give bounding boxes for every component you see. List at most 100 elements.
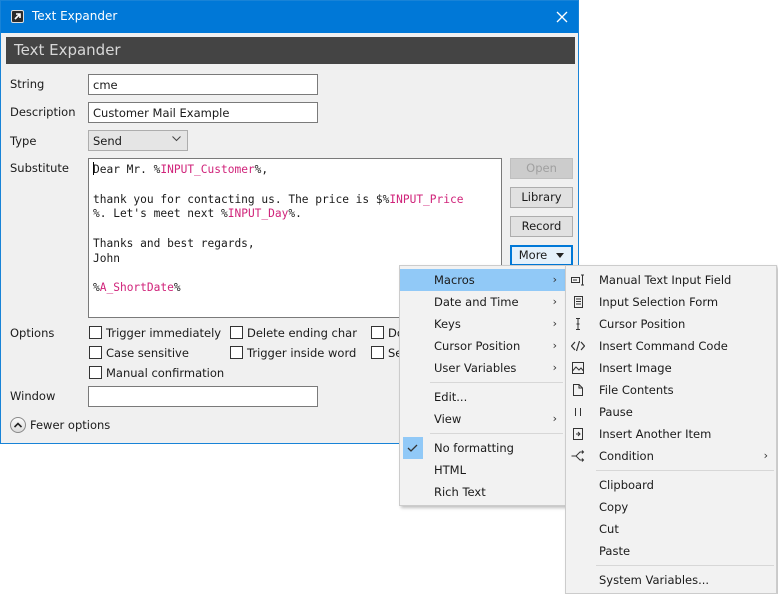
menu-item-html[interactable]: HTML — [400, 459, 565, 481]
library-button[interactable]: Library — [510, 187, 573, 208]
menu-item-clipboard[interactable]: Clipboard — [566, 474, 776, 496]
menu-separator — [430, 433, 563, 434]
checkbox[interactable] — [230, 346, 243, 359]
chevron-down-icon — [172, 136, 181, 142]
text-token: thank you for contacting us. The price i… — [93, 192, 383, 206]
text-token: Thanks and best regards, — [93, 236, 255, 250]
macros-submenu: Manual Text Input Field Input Selection … — [565, 265, 777, 594]
substitute-line: Dear Mr. %INPUT_Customer%, — [93, 162, 497, 178]
checkbox[interactable] — [89, 366, 102, 379]
text-input-icon — [571, 274, 584, 286]
menu-item-cut[interactable]: Cut — [566, 518, 776, 540]
menu-item-keys[interactable]: Keys › — [400, 313, 565, 335]
form-icon — [574, 296, 583, 308]
menu-separator — [596, 470, 774, 471]
fewer-options-label: Fewer options — [30, 418, 111, 432]
text-token: John — [93, 251, 120, 265]
checkbox[interactable] — [230, 326, 243, 339]
menu-item-view[interactable]: View › — [400, 408, 565, 430]
close-button[interactable] — [546, 1, 578, 33]
type-label: Type — [10, 134, 37, 148]
string-label: String — [10, 77, 45, 91]
open-button[interactable]: Open — [510, 158, 573, 179]
option-label: Manual confirmation — [106, 366, 225, 380]
substitute-line: %. Let's meet next %INPUT_Day%. — [93, 207, 497, 222]
substitute-line: Thanks and best regards, — [93, 237, 497, 252]
description-input[interactable]: Customer Mail Example — [88, 102, 318, 123]
option-trigger-immediately[interactable]: Trigger immediately — [89, 326, 221, 340]
menu-item-file-contents[interactable]: File Contents — [566, 379, 776, 401]
window-input[interactable] — [88, 386, 318, 407]
menu-item-insert-another-item[interactable]: Insert Another Item — [566, 423, 776, 445]
checkmark-icon — [407, 444, 418, 452]
pause-icon — [575, 408, 581, 416]
text-token: Dear Mr. — [93, 163, 154, 176]
shortcut-arrow-icon — [11, 10, 24, 23]
checkbox[interactable] — [371, 346, 384, 359]
menu-item-paste[interactable]: Paste — [566, 540, 776, 562]
variable-token: INPUT_Customer — [160, 163, 255, 176]
menu-item-cursor-position[interactable]: Cursor Position — [566, 313, 776, 335]
menu-separator — [596, 565, 774, 566]
window-label: Window — [10, 389, 56, 403]
checkbox[interactable] — [89, 346, 102, 359]
menu-item-condition[interactable]: Condition › — [566, 445, 776, 467]
menu-item-insert-command-code[interactable]: Insert Command Code — [566, 335, 776, 357]
checkbox[interactable] — [371, 326, 384, 339]
substitute-line: thank you for contacting us. The price i… — [93, 193, 497, 208]
chevron-right-icon: › — [552, 273, 557, 286]
close-icon — [556, 11, 568, 23]
text-token: % — [173, 281, 181, 295]
chevron-right-icon: › — [763, 449, 768, 462]
menu-item-date-and-time[interactable]: Date and Time › — [400, 291, 565, 313]
menu-item-manual-text-input-field[interactable]: Manual Text Input Field — [566, 269, 776, 291]
text-token: % — [220, 207, 228, 221]
chevron-right-icon: › — [552, 361, 557, 374]
fewer-options-toggle[interactable]: Fewer options — [10, 417, 110, 433]
menu-item-copy[interactable]: Copy — [566, 496, 776, 518]
menu-item-pause[interactable]: Pause — [566, 401, 776, 423]
branch-icon — [571, 450, 585, 462]
menu-item-rich-text[interactable]: Rich Text — [400, 481, 565, 503]
substitute-line — [93, 178, 497, 193]
menu-item-edit[interactable]: Edit... — [400, 386, 565, 408]
dialog-header: Text Expander — [6, 37, 575, 64]
options-label: Options — [10, 326, 55, 340]
menu-item-no-formatting[interactable]: No formatting — [400, 437, 565, 459]
option-se-partial[interactable]: Se — [371, 346, 402, 360]
title-bar[interactable]: Text Expander — [1, 1, 578, 33]
checkbox[interactable] — [89, 326, 102, 339]
option-trigger-inside-word[interactable]: Trigger inside word — [230, 346, 356, 360]
menu-item-system-variables[interactable]: System Variables... — [566, 569, 776, 591]
description-label: Description — [10, 105, 76, 119]
text-cursor-icon — [576, 318, 580, 330]
menu-item-macros[interactable]: Macros › — [400, 269, 565, 291]
more-button[interactable]: More — [510, 245, 573, 266]
type-select[interactable]: Send — [88, 130, 188, 151]
option-label: Trigger inside word — [247, 346, 357, 360]
menu-item-input-selection-form[interactable]: Input Selection Form — [566, 291, 776, 313]
menu-item-user-variables[interactable]: User Variables › — [400, 357, 565, 379]
menu-item-insert-image[interactable]: Insert Image — [566, 357, 776, 379]
chevron-right-icon: › — [552, 295, 557, 308]
dropdown-triangle-icon — [556, 253, 565, 258]
option-label: Trigger immediately — [106, 326, 222, 340]
substitute-label: Substitute — [10, 161, 69, 175]
substitute-line — [93, 222, 497, 237]
record-button[interactable]: Record — [510, 216, 573, 237]
variable-token: INPUT_Day — [227, 207, 289, 221]
string-input[interactable]: cme — [88, 74, 318, 95]
option-label: Delete ending char — [247, 326, 357, 340]
image-icon — [572, 362, 584, 374]
chevron-right-icon: › — [552, 317, 557, 330]
variable-token: INPUT_Price — [389, 192, 464, 206]
option-case-sensitive[interactable]: Case sensitive — [89, 346, 189, 360]
option-manual-confirmation[interactable]: Manual confirmation — [89, 366, 224, 380]
text-token: %. Let's meet next — [93, 207, 221, 221]
file-icon — [573, 384, 583, 396]
menu-item-cursor-position[interactable]: Cursor Position › — [400, 335, 565, 357]
variable-token: A_ShortDate — [99, 281, 174, 295]
chevron-up-circle-icon — [10, 417, 26, 433]
text-token: % — [93, 281, 100, 295]
option-delete-ending-char[interactable]: Delete ending char — [230, 326, 357, 340]
